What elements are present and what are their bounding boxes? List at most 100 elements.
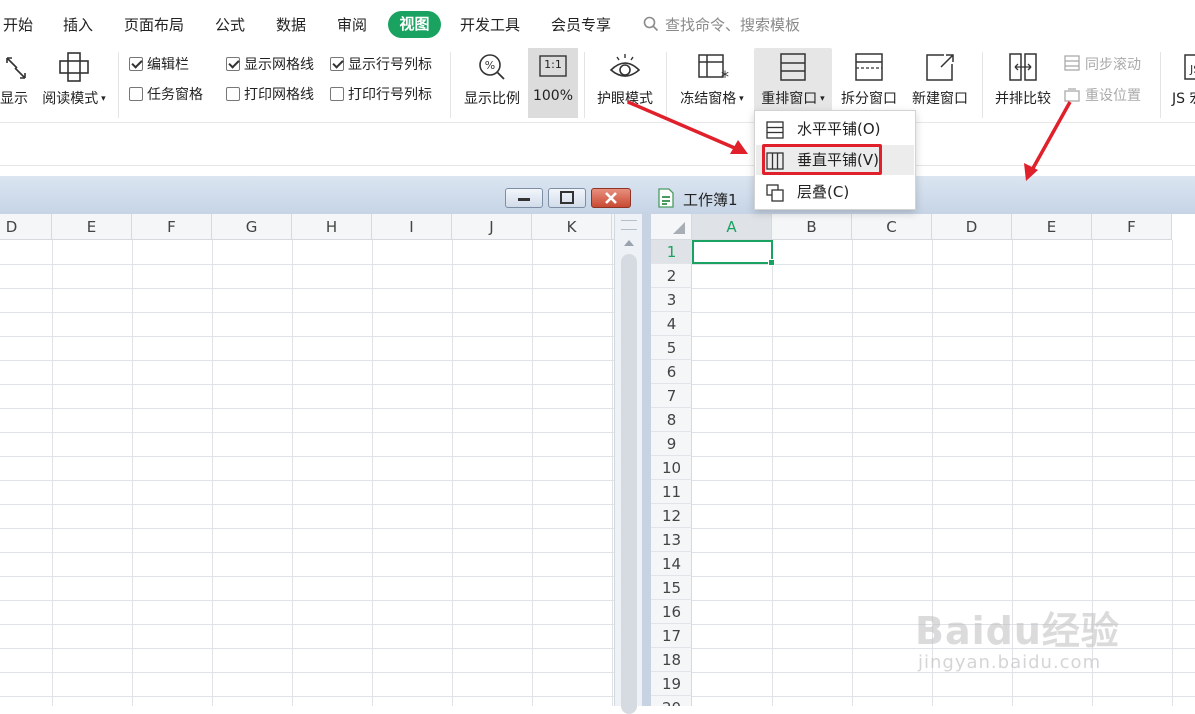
column-header[interactable]: J (452, 214, 532, 240)
checkbox-show-headings[interactable]: 显示行号列标 (330, 54, 432, 74)
split-window-button[interactable]: 拆分窗口 (836, 48, 902, 118)
search-placeholder: 查找命令、搜索模板 (665, 16, 801, 34)
menu-review[interactable]: 审阅 (337, 14, 367, 35)
row-header[interactable]: 16 (651, 600, 692, 624)
menu-developer[interactable]: 开发工具 (460, 14, 520, 35)
column-header[interactable]: E (1012, 214, 1092, 240)
column-header[interactable]: E (52, 214, 132, 240)
scroll-up-icon[interactable] (624, 240, 634, 246)
split-grip[interactable] (621, 220, 637, 230)
arrange-windows-button[interactable]: 重排窗口 ▾ (754, 48, 832, 118)
column-header[interactable]: D (0, 214, 52, 240)
annotation-highlight-box (762, 144, 882, 175)
checkbox-box (129, 87, 143, 101)
row-header[interactable]: 2 (651, 264, 692, 288)
menu-insert[interactable]: 插入 (63, 14, 93, 35)
minimize-button[interactable] (505, 188, 543, 208)
baidu-watermark-url: jingyan.baidu.com (918, 652, 1102, 673)
row-header[interactable]: 6 (651, 360, 692, 384)
side-by-side-label: 并排比较 (995, 91, 1051, 107)
column-header[interactable]: K (532, 214, 612, 240)
menu-view[interactable]: 视图 (388, 11, 441, 38)
reading-mode-button[interactable]: 阅读模式 ▾ (38, 48, 110, 118)
reset-position-label: 重设位置 (1085, 88, 1141, 104)
ribbon-view: 显示 阅读模式 ▾ 编辑栏 任务窗格 显示网格线 打印网格线 显示行号列标 打印… (0, 48, 1195, 122)
tile-horizontal-item[interactable]: 水平平铺(O) (756, 114, 914, 144)
checkbox-box (129, 57, 143, 71)
selected-cell[interactable] (692, 240, 775, 266)
show-button[interactable]: 显示 (0, 48, 32, 118)
right-window-titlebar[interactable]: 工作簿1 (645, 176, 1195, 214)
row-header[interactable]: 19 (651, 672, 692, 696)
menu-member[interactable]: 会员专享 (551, 14, 611, 35)
left-window-titlebar[interactable] (0, 176, 645, 214)
left-sheet-grid[interactable]: DEFGHIJK (0, 214, 614, 706)
column-header[interactable]: D (932, 214, 1012, 240)
checkbox-box (330, 87, 344, 101)
row-header[interactable]: 18 (651, 648, 692, 672)
arrange-icon (780, 53, 806, 81)
eye-mode-button[interactable]: 护眼模式 (590, 48, 660, 118)
column-header-row: DEFGHIJK (0, 214, 614, 240)
column-header[interactable]: A (692, 214, 772, 240)
row-header[interactable]: 11 (651, 480, 692, 504)
menu-page-layout[interactable]: 页面布局 (124, 14, 184, 35)
row-header[interactable]: 15 (651, 576, 692, 600)
restore-button[interactable] (548, 188, 586, 208)
js-macro-label: JS 宏 (1172, 91, 1195, 107)
ribbon-separator (982, 52, 983, 118)
checkbox-task-pane[interactable]: 任务窗格 (129, 84, 203, 104)
sync-scroll-label: 同步滚动 (1085, 57, 1141, 73)
command-search[interactable]: 查找命令、搜索模板 (643, 14, 800, 35)
row-header[interactable]: 10 (651, 456, 692, 480)
vertical-scrollbar[interactable] (614, 214, 642, 714)
scroll-thumb[interactable] (621, 254, 637, 714)
row-header[interactable]: 17 (651, 624, 692, 648)
sync-scroll-button[interactable]: 同步滚动 (1063, 54, 1141, 74)
reset-position-button[interactable]: 重设位置 (1063, 85, 1141, 105)
js-macro-button[interactable]: JS JS 宏 (1168, 48, 1195, 118)
workbook-title: 工作簿1 (683, 191, 738, 209)
column-header[interactable]: C (852, 214, 932, 240)
close-icon (605, 192, 617, 204)
row-header[interactable]: 20 (651, 696, 692, 706)
row-header[interactable]: 5 (651, 336, 692, 360)
checkbox-print-gridlines[interactable]: 打印网格线 (226, 84, 314, 104)
checkbox-formula-bar[interactable]: 编辑栏 (129, 54, 189, 74)
row-header[interactable]: 7 (651, 384, 692, 408)
cascade-label: 层叠(C) (797, 183, 850, 201)
row-header[interactable]: 12 (651, 504, 692, 528)
column-header[interactable]: F (132, 214, 212, 240)
column-header[interactable]: H (292, 214, 372, 240)
row-header[interactable]: 1 (651, 240, 692, 264)
close-button[interactable] (591, 188, 631, 208)
checkbox-label: 显示网格线 (244, 57, 314, 73)
left-workbook-window: DEFGHIJK (0, 176, 645, 714)
cascade-item[interactable]: 层叠(C) (756, 177, 914, 207)
select-all-corner[interactable] (651, 214, 692, 240)
zoom-100-button[interactable]: 1:1 100% (528, 48, 578, 118)
freeze-panes-button[interactable]: * 冻结窗格 ▾ (674, 48, 750, 118)
zoom-ratio-button[interactable]: % 显示比例 (459, 48, 525, 118)
column-header[interactable]: G (212, 214, 292, 240)
row-header[interactable]: 4 (651, 312, 692, 336)
eye-icon (609, 54, 641, 77)
menu-data[interactable]: 数据 (276, 14, 306, 35)
menu-home[interactable]: 开始 (3, 14, 33, 35)
checkbox-show-gridlines[interactable]: 显示网格线 (226, 54, 314, 74)
row-header[interactable]: 8 (651, 408, 692, 432)
side-by-side-button[interactable]: 并排比较 (990, 48, 1056, 118)
menu-formulas[interactable]: 公式 (215, 14, 245, 35)
zoom-icon: % (479, 54, 505, 80)
new-window-button[interactable]: 新建窗口 (906, 48, 974, 118)
ribbon-separator (118, 52, 119, 118)
row-header[interactable]: 13 (651, 528, 692, 552)
column-header[interactable]: I (372, 214, 452, 240)
row-header[interactable]: 9 (651, 432, 692, 456)
row-header[interactable]: 3 (651, 288, 692, 312)
freeze-icon: * (698, 54, 729, 84)
column-header[interactable]: B (772, 214, 852, 240)
column-header[interactable]: F (1092, 214, 1172, 240)
row-header[interactable]: 14 (651, 552, 692, 576)
checkbox-print-headings[interactable]: 打印行号列标 (330, 84, 432, 104)
